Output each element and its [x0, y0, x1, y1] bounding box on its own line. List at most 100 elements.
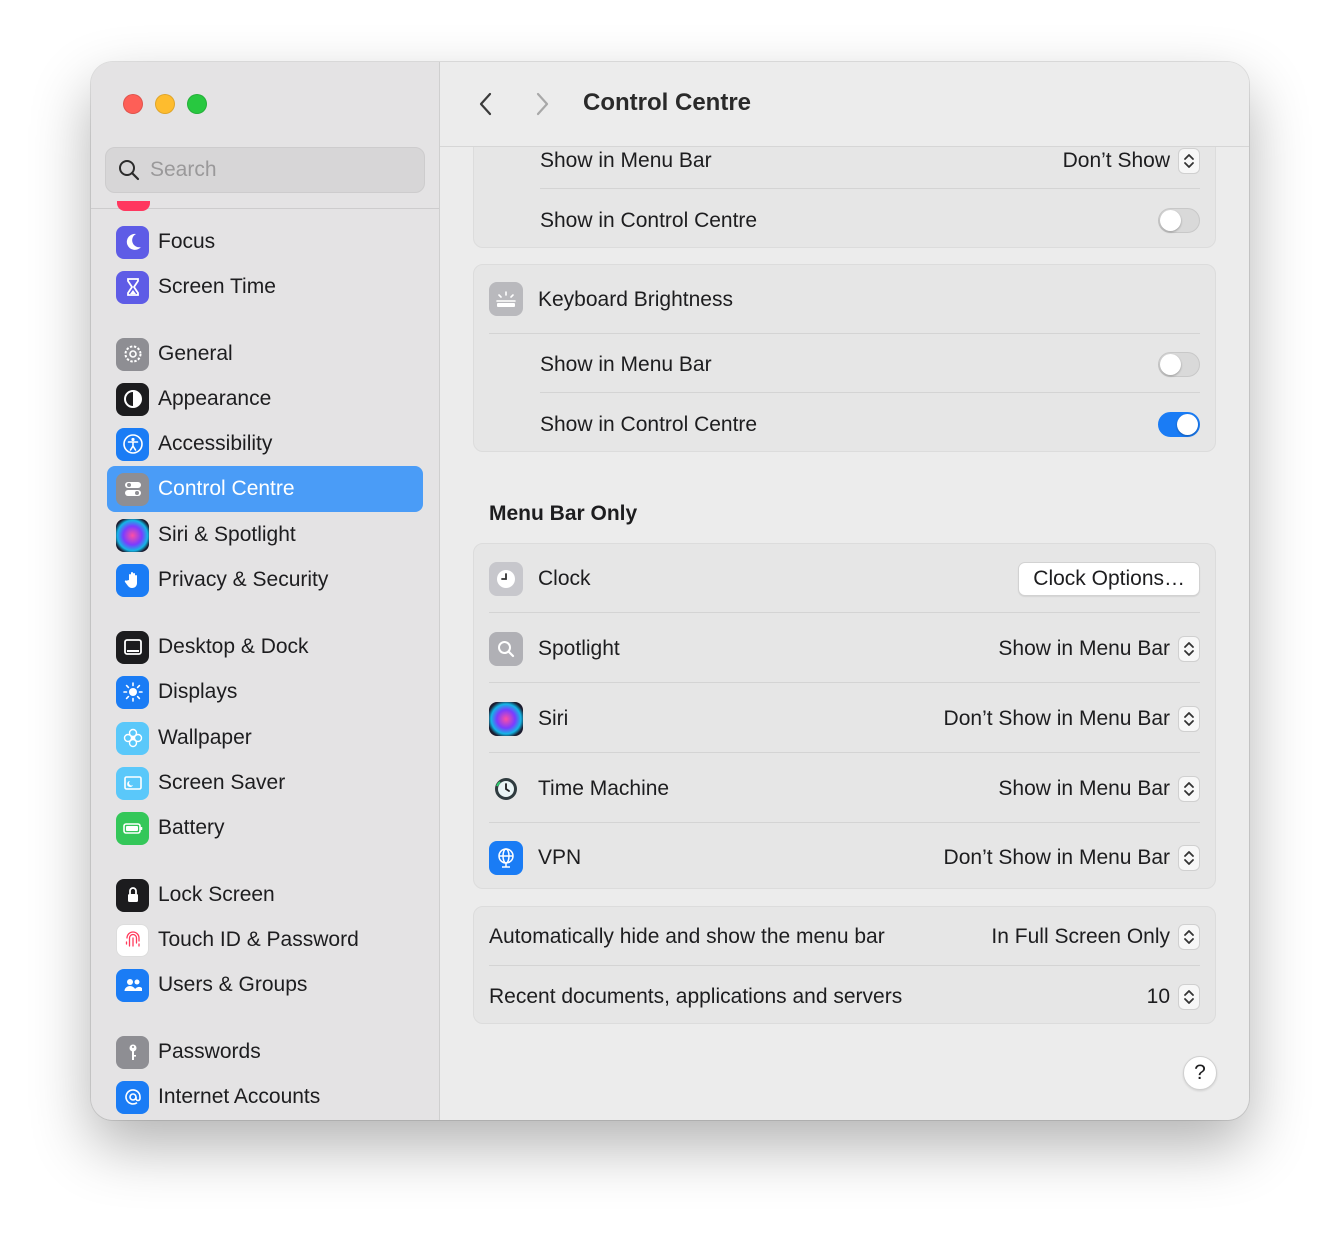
- hourglass-icon: [116, 270, 149, 304]
- row-label: Clock: [538, 567, 591, 590]
- zoom-button[interactable]: [187, 94, 207, 114]
- keyboard-brightness-card: Keyboard Brightness Show in Menu Bar Sho…: [473, 264, 1216, 452]
- siri-popup[interactable]: Don’t Show in Menu Bar: [944, 706, 1200, 732]
- row-label: Show in Control Centre: [540, 412, 758, 436]
- sidebar-item-privacy-security[interactable]: Privacy & Security: [107, 557, 423, 603]
- fingerprint-icon: [116, 923, 149, 957]
- sidebar-item-general[interactable]: General: [107, 331, 423, 377]
- recent-items-popup[interactable]: 10: [1147, 984, 1200, 1010]
- sidebar-item-wallpaper[interactable]: Wallpaper: [107, 715, 423, 761]
- time-machine-popup[interactable]: Show in Menu Bar: [998, 776, 1200, 802]
- minimize-button[interactable]: [155, 94, 175, 114]
- time-machine-row: Time Machine Show in Menu Bar: [474, 771, 1215, 807]
- search-field[interactable]: [105, 147, 425, 193]
- kb-show-in-menu-bar-toggle[interactable]: [1158, 352, 1200, 377]
- lock-icon: [116, 878, 149, 912]
- stepper-icon: [1178, 776, 1200, 802]
- sidebar-item-label: Control Centre: [158, 477, 295, 500]
- row-divider: [489, 822, 1200, 823]
- back-button[interactable]: [470, 88, 500, 120]
- show-in-menu-bar-popup[interactable]: Don’t Show: [1063, 147, 1200, 174]
- row-divider: [489, 333, 1200, 334]
- screen-saver-icon: [116, 766, 149, 800]
- vpn-popup[interactable]: Don’t Show in Menu Bar: [944, 845, 1200, 871]
- settings-window: Focus Screen Time General Appearance: [91, 62, 1249, 1120]
- keyboard-brightness-header: Keyboard Brightness: [474, 282, 1215, 318]
- stepper-icon: [1178, 984, 1200, 1010]
- globe-icon: [489, 841, 523, 875]
- sidebar-item-touch-id[interactable]: Touch ID & Password: [107, 917, 423, 963]
- dock-icon: [116, 630, 149, 664]
- sidebar-item-passwords[interactable]: Passwords: [107, 1029, 423, 1075]
- row-label: Siri: [538, 707, 569, 730]
- row-label: Show in Menu Bar: [540, 352, 712, 376]
- moon-icon: [116, 225, 149, 259]
- spotlight-popup[interactable]: Show in Menu Bar: [998, 636, 1200, 662]
- sidebar-item-label: Displays: [158, 680, 238, 703]
- sidebar-item-users-groups[interactable]: Users & Groups: [107, 962, 423, 1008]
- kb-show-in-control-centre-toggle[interactable]: [1158, 412, 1200, 437]
- keyboard-brightness-icon: [489, 282, 523, 316]
- forward-button[interactable]: [528, 88, 558, 120]
- popup-value: Don’t Show in Menu Bar: [943, 707, 1170, 730]
- appearance-icon: [116, 382, 149, 416]
- clock-row: Clock Clock Options…: [474, 561, 1215, 597]
- sidebar-item-label: Touch ID & Password: [158, 928, 359, 951]
- control-centre-icon: [116, 472, 149, 506]
- sidebar-item-appearance[interactable]: Appearance: [107, 376, 423, 422]
- sidebar-item-accessibility[interactable]: Accessibility: [107, 421, 423, 467]
- row-divider: [540, 392, 1200, 393]
- spotlight-row: Spotlight Show in Menu Bar: [474, 631, 1215, 667]
- stepper-icon: [1178, 706, 1200, 732]
- help-button[interactable]: ?: [1183, 1056, 1217, 1090]
- row-divider: [540, 188, 1200, 189]
- row-label: Show in Control Centre: [540, 208, 758, 232]
- show-in-control-centre-row: Show in Control Centre: [474, 205, 1215, 236]
- close-button[interactable]: [123, 94, 143, 114]
- sidebar-item-internet-accounts[interactable]: Internet Accounts: [107, 1074, 423, 1120]
- sidebar-item-label: Internet Accounts: [158, 1085, 321, 1108]
- clock-icon: [489, 562, 523, 596]
- chevron-left-icon: [479, 92, 492, 116]
- search-input[interactable]: [150, 158, 400, 182]
- spotlight-icon: [489, 632, 523, 666]
- gear-icon: [116, 337, 149, 371]
- show-in-menu-bar-row: Show in Menu Bar Don’t Show: [474, 145, 1215, 176]
- key-icon: [116, 1035, 149, 1069]
- sidebar-item-lock-screen[interactable]: Lock Screen: [107, 872, 423, 918]
- popup-value: Don’t Show in Menu Bar: [943, 846, 1170, 869]
- siri-icon: [489, 702, 523, 736]
- row-divider: [489, 965, 1200, 966]
- auto-hide-popup[interactable]: In Full Screen Only: [991, 924, 1200, 950]
- popup-value: Show in Menu Bar: [998, 777, 1170, 800]
- sidebar-item-screen-time[interactable]: Screen Time: [107, 264, 423, 310]
- sidebar-item-desktop-dock[interactable]: Desktop & Dock: [107, 624, 423, 670]
- stepper-icon: [1178, 924, 1200, 950]
- sidebar-item-focus[interactable]: Focus: [107, 219, 423, 265]
- row-divider: [489, 752, 1200, 753]
- menu-bar-only-card: Clock Clock Options… Spotlight Show in M…: [473, 543, 1216, 889]
- siri-row: Siri Don’t Show in Menu Bar: [474, 701, 1215, 737]
- sidebar-item-battery[interactable]: Battery: [107, 805, 423, 851]
- recent-items-row: Recent documents, applications and serve…: [474, 981, 1215, 1013]
- chevron-right-icon: [536, 92, 549, 116]
- sidebar-item-label: Focus: [158, 230, 216, 253]
- sidebar-item-control-centre[interactable]: Control Centre: [107, 466, 423, 512]
- show-in-control-centre-toggle[interactable]: [1158, 208, 1200, 233]
- popup-value: 10: [1146, 985, 1170, 1008]
- siri-icon: [116, 518, 149, 552]
- sidebar-item-displays[interactable]: Displays: [107, 669, 423, 715]
- sidebar-item-label: Screen Time: [158, 275, 276, 298]
- search-icon: [119, 160, 140, 181]
- sidebar-item-label: Accessibility: [158, 432, 273, 455]
- clock-options-button[interactable]: Clock Options…: [1018, 562, 1200, 596]
- sidebar: Focus Screen Time General Appearance: [91, 62, 440, 1120]
- sidebar-item-label: General: [158, 342, 233, 365]
- row-label: Time Machine: [538, 777, 670, 800]
- kb-show-in-control-centre-row: Show in Control Centre: [474, 409, 1215, 440]
- stepper-icon: [1178, 636, 1200, 662]
- sidebar-item-siri-spotlight[interactable]: Siri & Spotlight: [107, 512, 423, 558]
- sidebar-item-label: Screen Saver: [158, 771, 286, 794]
- sidebar-item-screen-saver[interactable]: Screen Saver: [107, 760, 423, 806]
- row-label: Show in Menu Bar: [540, 148, 712, 172]
